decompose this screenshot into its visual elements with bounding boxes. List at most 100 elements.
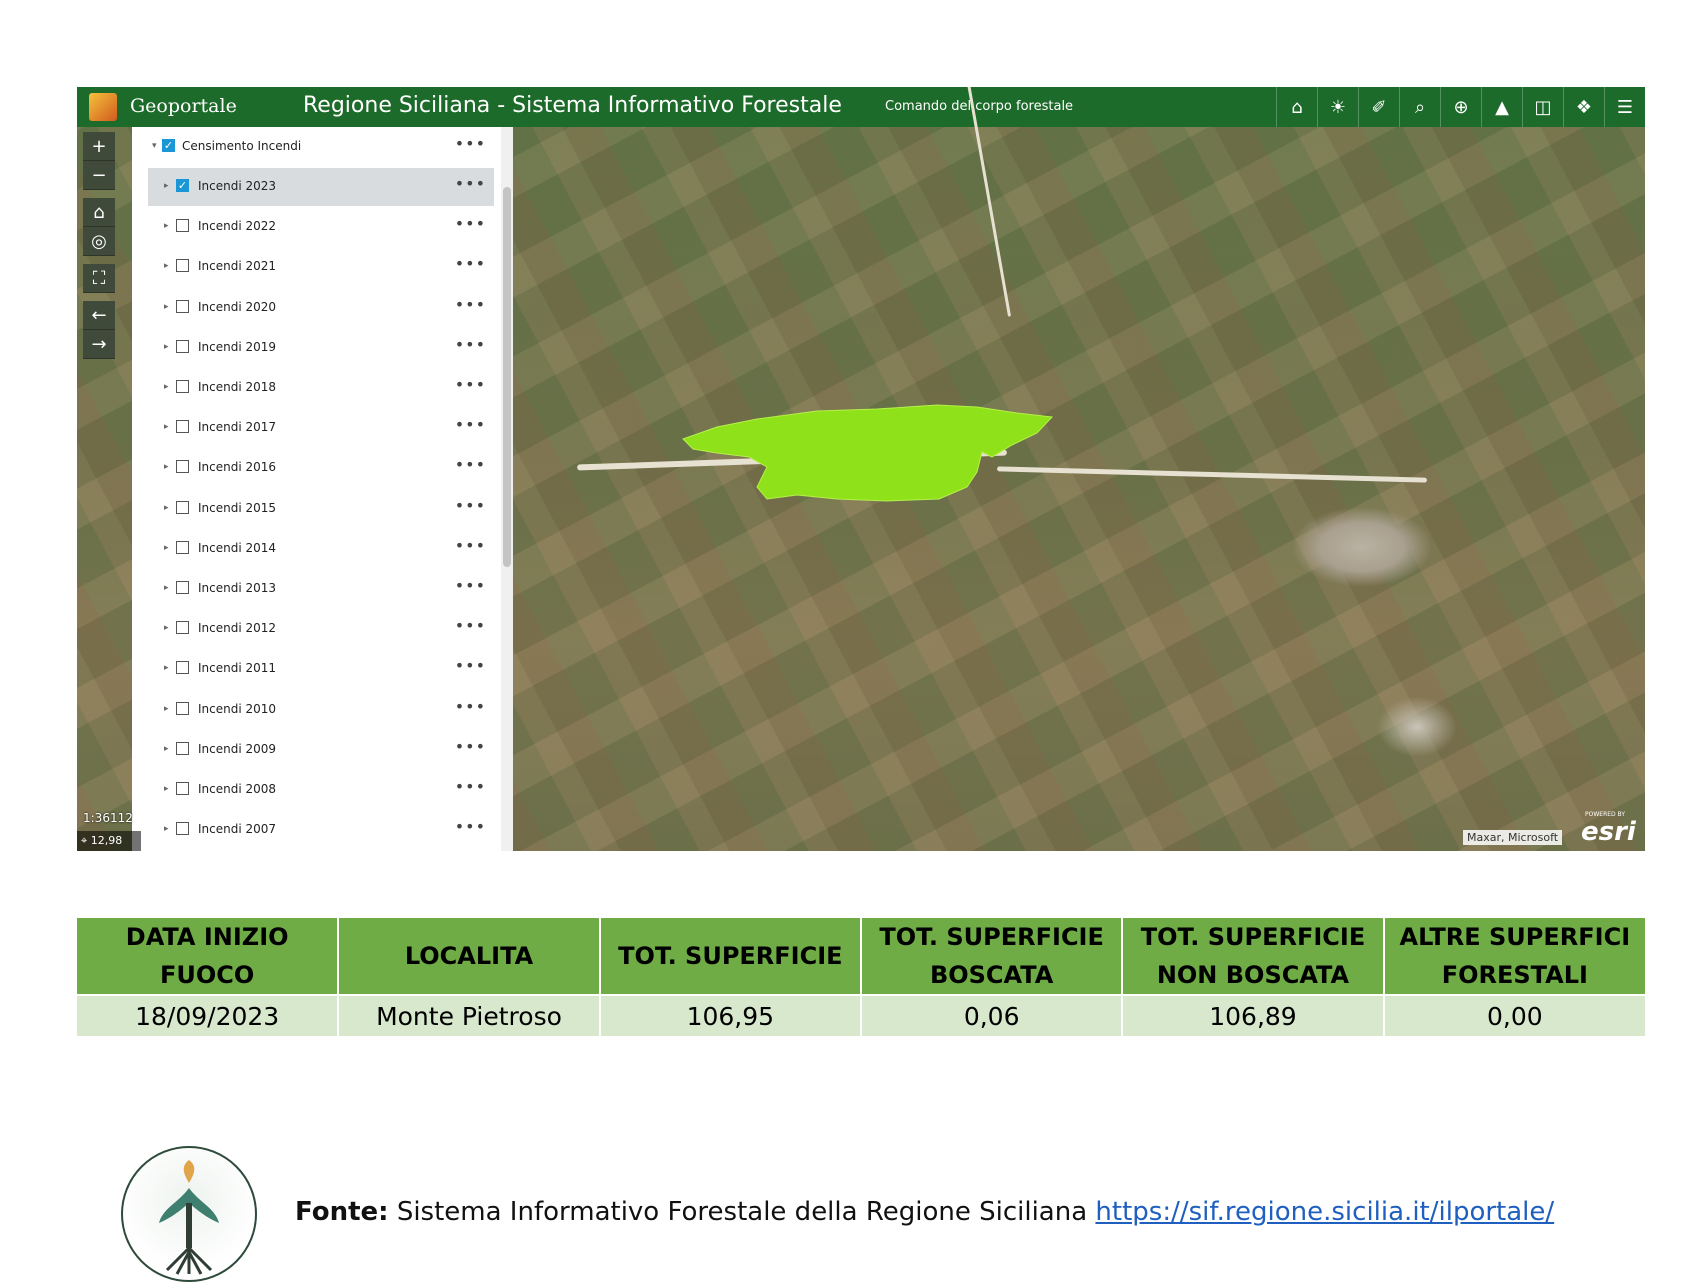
layer-item[interactable]: ▸ Incendi 2011 •••	[148, 650, 494, 688]
more-options-icon[interactable]: •••	[455, 817, 486, 836]
layer-checkbox[interactable]	[176, 500, 189, 514]
more-options-icon[interactable]: •••	[455, 295, 486, 314]
cap-icon[interactable]: ▲	[1481, 87, 1522, 127]
more-options-icon[interactable]: •••	[455, 174, 486, 193]
chevron-right-icon[interactable]: ▸	[164, 261, 169, 271]
layer-item[interactable]: ▸ Incendi 2009 •••	[148, 731, 494, 769]
map-attribution[interactable]: Maxar, Microsoft	[1463, 830, 1563, 845]
esri-logo[interactable]: POWERED BY esri	[1579, 811, 1641, 849]
layer-item[interactable]: ▸ Incendi 2021 •••	[148, 248, 494, 286]
layer-item[interactable]: ▸ Incendi 2013 •••	[148, 570, 494, 608]
layer-item[interactable]: ▸ Incendi 2016 •••	[148, 449, 494, 487]
chevron-right-icon[interactable]: ▸	[164, 704, 169, 714]
more-options-icon[interactable]: •••	[455, 656, 486, 675]
layer-checkbox[interactable]	[176, 621, 189, 635]
chevron-right-icon[interactable]: ▸	[164, 503, 169, 513]
layer-checkbox[interactable]	[176, 581, 189, 594]
header-text: ALTRE SUPERFICI	[1399, 923, 1631, 951]
more-options-icon[interactable]: •••	[455, 134, 486, 153]
sun-icon[interactable]: ☀	[1317, 87, 1358, 127]
layer-item[interactable]: ▸ Incendi 2020 •••	[148, 289, 494, 327]
chevron-right-icon[interactable]: ▸	[164, 543, 169, 553]
layer-checkbox[interactable]	[176, 219, 189, 233]
chevron-right-icon[interactable]: ▸	[164, 623, 169, 633]
layer-group-censimento-incendi[interactable]: ▾ ✓ Censimento Incendi •••	[148, 128, 494, 166]
more-options-icon[interactable]: •••	[455, 214, 486, 233]
more-options-icon[interactable]: •••	[455, 455, 486, 474]
target-icon[interactable]: ⊕	[1440, 87, 1481, 127]
layer-checkbox[interactable]: ✓	[176, 179, 189, 192]
more-options-icon[interactable]: •••	[455, 375, 486, 394]
layer-item[interactable]: ▸ Incendi 2010 •••	[148, 691, 494, 729]
panel-scrollbar[interactable]	[501, 127, 513, 851]
back-arrow-icon[interactable]: ←	[83, 301, 115, 330]
more-options-icon[interactable]: •••	[455, 254, 486, 273]
layer-item[interactable]: ▸ Incendi 2018 •••	[148, 369, 494, 407]
chevron-right-icon[interactable]: ▸	[164, 382, 169, 392]
layer-checkbox[interactable]	[176, 299, 189, 313]
home-icon[interactable]: ⌂	[83, 198, 115, 227]
chevron-right-icon[interactable]: ▸	[164, 784, 169, 794]
layer-item[interactable]: ▸ Incendi 2017 •••	[148, 409, 494, 447]
pin-icon[interactable]: ⌂	[1276, 87, 1317, 127]
more-options-icon[interactable]: •••	[455, 335, 486, 354]
layer-checkbox[interactable]	[176, 259, 189, 273]
header-text: LOCALITA	[404, 942, 534, 970]
search-map-icon[interactable]: ⌕	[1399, 87, 1440, 127]
zoom-out-button[interactable]: −	[83, 161, 115, 190]
forward-arrow-icon[interactable]: →	[83, 330, 115, 359]
header-text: TOT. SUPERFICIE	[1140, 923, 1366, 951]
layer-checkbox[interactable]	[176, 380, 189, 393]
layer-checkbox[interactable]	[176, 701, 189, 715]
layer-checkbox[interactable]	[176, 782, 189, 795]
layer-item[interactable]: ▸ Incendi 2012 •••	[148, 610, 494, 648]
menu-icon[interactable]: ☰	[1604, 87, 1645, 127]
layer-checkbox[interactable]	[176, 339, 189, 353]
chevron-right-icon[interactable]: ▸	[164, 462, 169, 472]
layer-checkbox[interactable]	[176, 661, 189, 675]
fullscreen-icon[interactable]: ⛶	[83, 264, 115, 293]
chevron-right-icon[interactable]: ▸	[164, 302, 169, 312]
chevron-down-icon[interactable]: ▾	[152, 141, 157, 151]
source-link[interactable]: https://sif.regione.sicilia.it/ilportale…	[1095, 1197, 1554, 1227]
table-header-cell: LOCALITA	[338, 918, 601, 995]
more-options-icon[interactable]: •••	[455, 496, 486, 515]
layer-checkbox[interactable]: ✓	[162, 139, 175, 152]
chevron-right-icon[interactable]: ▸	[164, 744, 169, 754]
more-options-icon[interactable]: •••	[455, 616, 486, 635]
chevron-right-icon[interactable]: ▸	[164, 181, 169, 191]
more-options-icon[interactable]: •••	[455, 536, 486, 555]
layer-item[interactable]: ▸ Incendi 2008 •••	[148, 771, 494, 809]
more-options-icon[interactable]: •••	[455, 697, 486, 716]
chevron-right-icon[interactable]: ▸	[164, 583, 169, 593]
layer-checkbox[interactable]	[176, 741, 189, 755]
layer-checkbox[interactable]	[176, 460, 189, 474]
more-options-icon[interactable]: •••	[455, 576, 486, 595]
chevron-right-icon[interactable]: ▸	[164, 663, 169, 673]
chevron-right-icon[interactable]: ▸	[164, 221, 169, 231]
chevron-right-icon[interactable]: ▸	[164, 422, 169, 432]
more-options-icon[interactable]: •••	[455, 777, 486, 796]
more-options-icon[interactable]: •••	[455, 737, 486, 756]
layer-checkbox[interactable]	[176, 822, 189, 836]
layer-item[interactable]: ▸ Incendi 2015 •••	[148, 490, 494, 528]
layer-checkbox[interactable]	[176, 420, 189, 434]
tag-icon[interactable]: ✐	[1358, 87, 1399, 127]
layer-item[interactable]: ▸ ✓ Incendi 2023 •••	[148, 168, 494, 206]
split-icon[interactable]: ◫	[1522, 87, 1563, 127]
zoom-in-button[interactable]: +	[83, 132, 115, 161]
chevron-right-icon[interactable]: ▸	[164, 342, 169, 352]
layers-icon[interactable]: ❖	[1563, 87, 1604, 127]
layer-item[interactable]: ▸ Incendi 2014 •••	[148, 530, 494, 568]
more-options-icon[interactable]: •••	[455, 415, 486, 434]
chevron-right-icon[interactable]: ▸	[164, 824, 169, 834]
layer-item[interactable]: ▸ Incendi 2019 •••	[148, 329, 494, 367]
header-text: BOSCATA	[929, 961, 1054, 989]
header-text: NON BOSCATA	[1156, 961, 1350, 989]
layer-checkbox[interactable]	[176, 540, 189, 554]
layer-item[interactable]: ▸ Incendi 2022 •••	[148, 208, 494, 246]
locate-icon[interactable]: ◎	[83, 227, 115, 256]
layer-label: Incendi 2014	[198, 540, 277, 555]
layer-item[interactable]: ▸ Incendi 2007 •••	[148, 811, 494, 849]
scrollbar-thumb[interactable]	[503, 187, 511, 567]
